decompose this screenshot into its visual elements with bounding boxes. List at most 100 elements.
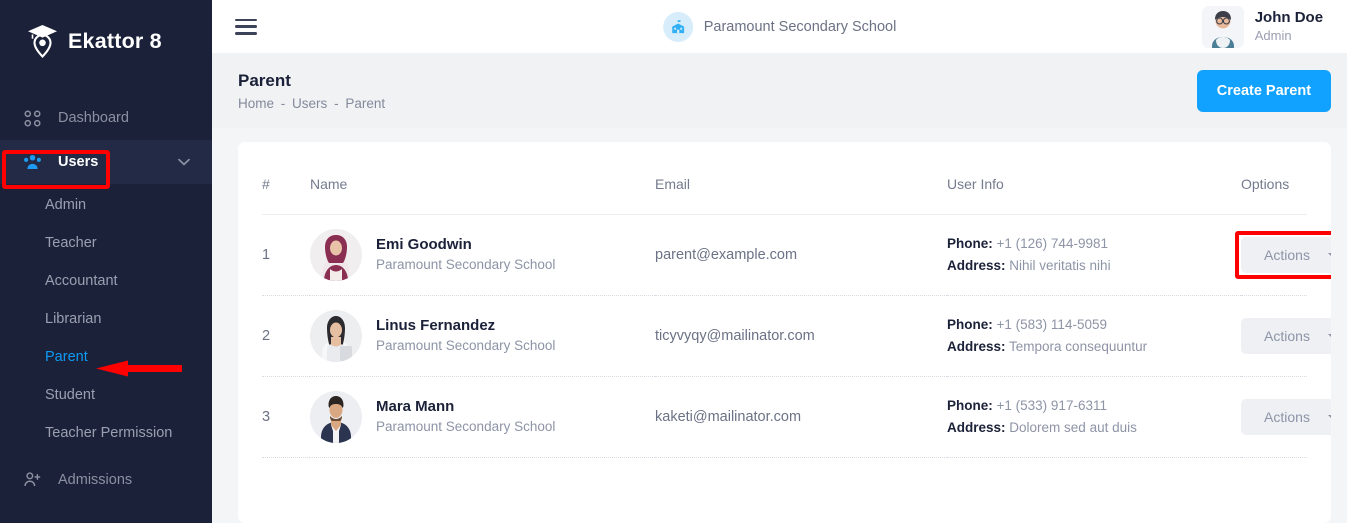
users-submenu: Admin Teacher Accountant Librarian Paren…	[0, 184, 212, 458]
sidebar-nav: Dashboard Users Admin Teacher Accountant…	[0, 82, 212, 502]
row-user-info: Phone: +1 (126) 744-9981 Address: Nihil …	[947, 214, 1241, 296]
sidebar-subitem-librarian[interactable]: Librarian	[0, 300, 212, 338]
school-indicator: Paramount Secondary School	[662, 11, 896, 42]
table-row: 1 Emi Goodwin Paramount Secondary School…	[262, 214, 1332, 296]
chevron-down-icon[interactable]	[178, 154, 190, 170]
row-email: parent@example.com	[655, 214, 947, 296]
parent-table-card: # Name Email User Info Options 1 Emi Goo…	[238, 142, 1332, 523]
caret-down-icon	[1327, 414, 1332, 420]
phone-value: +1 (583) 114-5059	[996, 316, 1107, 332]
person-name: Emi Goodwin	[376, 236, 472, 254]
table-header-row: # Name Email User Info Options	[262, 142, 1308, 215]
page-header-left: Parent Home - Users - Parent	[238, 71, 385, 111]
page-header: Parent Home - Users - Parent Create Pare…	[212, 53, 1347, 128]
row-number: 1	[262, 214, 310, 296]
column-header-num: #	[262, 142, 310, 215]
avatar	[1201, 5, 1244, 48]
sidebar-subitem-parent[interactable]: Parent	[0, 338, 212, 376]
sidebar-item-admissions[interactable]: Admissions	[0, 458, 212, 502]
page-title: Parent	[238, 70, 291, 90]
phone-line: Phone: +1 (533) 917-6311	[947, 395, 1241, 417]
main-area: Paramount Secondary School John Doe Admi…	[212, 0, 1347, 523]
row-number: 2	[262, 295, 310, 377]
avatar	[310, 310, 362, 362]
sidebar: Ekattor 8 Dashboard Users Admin Teacher …	[0, 0, 212, 523]
sidebar-subitem-teacher[interactable]: Teacher	[0, 224, 212, 262]
address-value: Dolorem sed aut duis	[1009, 420, 1137, 435]
phone-value: +1 (533) 917-6311	[996, 397, 1107, 413]
graduation-cap-pin-icon	[26, 23, 59, 59]
table-head: # Name Email User Info Options	[262, 142, 1308, 215]
sidebar-subitem-admin[interactable]: Admin	[0, 186, 212, 224]
breadcrumb: Home - Users - Parent	[238, 96, 385, 111]
person-name: Mara Mann	[376, 398, 455, 416]
phone-label: Phone:	[947, 235, 993, 251]
person-name: Linus Fernandez	[376, 317, 496, 335]
phone-label: Phone:	[947, 316, 993, 332]
actions-label: Actions	[1264, 409, 1310, 425]
row-options: Actions	[1235, 214, 1332, 296]
row-user-info: Phone: +1 (583) 114-5059 Address: Tempor…	[947, 295, 1241, 377]
sidebar-subitem-teacher-permission[interactable]: Teacher Permission	[0, 414, 212, 452]
breadcrumb-parent[interactable]: Parent	[345, 96, 385, 111]
avatar	[310, 229, 362, 281]
school-building-icon	[662, 11, 693, 42]
breadcrumb-users[interactable]: Users	[292, 96, 327, 111]
actions-button[interactable]: Actions	[1241, 399, 1332, 435]
sidebar-item-label: Users	[58, 154, 99, 170]
row-name-cell: Emi Goodwin Paramount Secondary School	[310, 214, 655, 296]
person-org: Paramount Secondary School	[376, 257, 556, 273]
actions-button[interactable]: Actions	[1241, 318, 1332, 354]
row-options: Actions	[1241, 295, 1332, 377]
row-options: Actions	[1241, 376, 1332, 458]
address-line: Address: Dolorem sed aut duis	[947, 417, 1241, 439]
row-name-cell: Mara Mann Paramount Secondary School	[310, 376, 655, 458]
brand-name: Ekattor 8	[68, 28, 162, 53]
sidebar-item-label: Dashboard	[58, 110, 129, 126]
table-row: 3 Mara Mann Paramount Secondary School k…	[262, 376, 1332, 458]
row-user-info: Phone: +1 (533) 917-6311 Address: Dolore…	[947, 376, 1241, 458]
app-root: Ekattor 8 Dashboard Users Admin Teacher …	[0, 0, 1347, 523]
user-menu[interactable]: John Doe Admin	[1201, 5, 1324, 48]
breadcrumb-home[interactable]: Home	[238, 96, 274, 111]
person-org: Paramount Secondary School	[376, 338, 556, 354]
brand[interactable]: Ekattor 8	[0, 0, 212, 82]
sidebar-item-label: Admissions	[58, 472, 133, 488]
hamburger-icon[interactable]	[235, 18, 257, 35]
sidebar-item-dashboard[interactable]: Dashboard	[0, 96, 212, 140]
row-email: ticyvyqy@mailinator.com	[655, 295, 947, 377]
breadcrumb-separator: -	[334, 95, 339, 111]
actions-label: Actions	[1264, 247, 1310, 263]
user-plus-icon	[22, 470, 42, 490]
caret-down-icon	[1327, 252, 1332, 258]
create-parent-button[interactable]: Create Parent	[1196, 69, 1332, 112]
address-label: Address:	[947, 420, 1006, 435]
address-label: Address:	[947, 258, 1006, 273]
row-number: 3	[262, 376, 310, 458]
address-line: Address: Nihil veritatis nihi	[947, 255, 1241, 277]
topbar: Paramount Secondary School John Doe Admi…	[212, 0, 1347, 53]
caret-down-icon	[1327, 333, 1332, 339]
content-area: # Name Email User Info Options 1 Emi Goo…	[212, 128, 1347, 523]
sidebar-subitem-student[interactable]: Student	[0, 376, 212, 414]
phone-label: Phone:	[947, 397, 993, 413]
column-header-email: Email	[655, 142, 947, 215]
table-body: 1 Emi Goodwin Paramount Secondary School…	[262, 214, 1332, 458]
row-name-cell: Linus Fernandez Paramount Secondary Scho…	[310, 295, 655, 377]
grid-dots-icon	[22, 108, 42, 128]
sidebar-item-users[interactable]: Users	[0, 140, 212, 184]
avatar	[310, 391, 362, 443]
user-name: John Doe	[1254, 9, 1324, 26]
actions-button[interactable]: Actions	[1241, 237, 1332, 273]
column-header-info: User Info	[947, 142, 1241, 215]
phone-line: Phone: +1 (126) 744-9981	[947, 233, 1241, 255]
user-role: Admin	[1254, 27, 1292, 43]
address-value: Tempora consequuntur	[1009, 339, 1148, 354]
row-email: kaketi@mailinator.com	[655, 376, 947, 458]
users-icon	[22, 152, 42, 172]
actions-label: Actions	[1264, 328, 1310, 344]
phone-value: +1 (126) 744-9981	[996, 235, 1108, 251]
parent-table: # Name Email User Info Options 1 Emi Goo…	[262, 142, 1332, 458]
sidebar-subitem-accountant[interactable]: Accountant	[0, 262, 212, 300]
column-header-options: Options	[1241, 142, 1308, 215]
